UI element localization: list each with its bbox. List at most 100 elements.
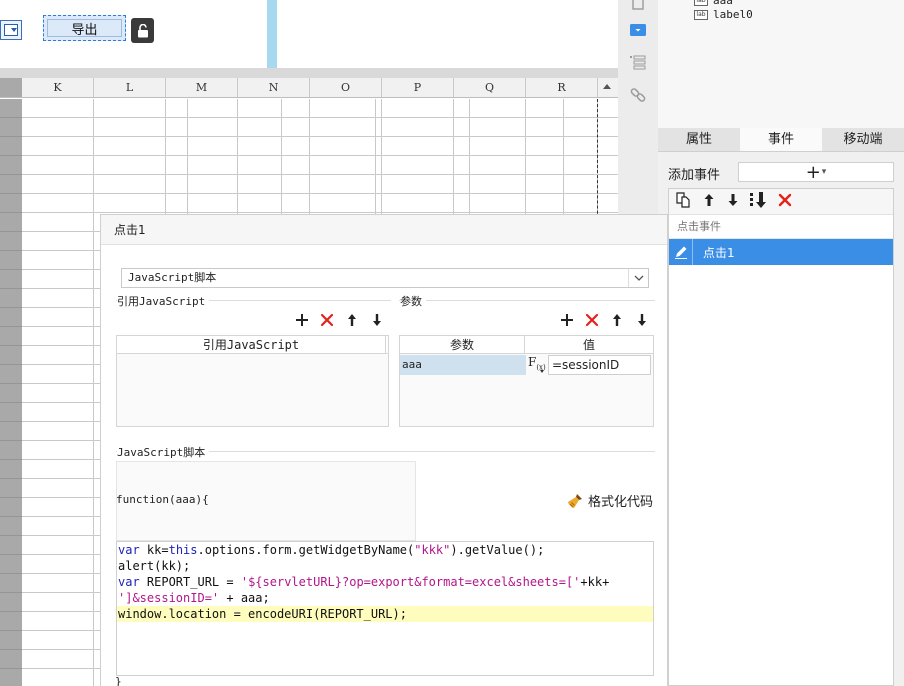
column-header[interactable]: N [238, 78, 310, 97]
column-header[interactable]: Q [454, 78, 526, 97]
arrow-up-icon [348, 314, 356, 326]
code-line: ']&sessionID=' + aaa; [118, 591, 270, 605]
tree-item[interactable]: lab label0 [694, 8, 753, 21]
add-event-label: 添加事件 [668, 168, 721, 183]
event-list: 点击事件 点击1 [668, 188, 894, 686]
function-header: function(aaa){ [116, 493, 209, 506]
move-ref-js-up-button[interactable] [344, 312, 360, 328]
column-header[interactable]: P [382, 78, 454, 97]
arrow-down-icon [373, 314, 381, 326]
tree-item-label: label0 [713, 8, 753, 21]
delete-icon [585, 313, 599, 327]
tab-properties[interactable]: 属性 [658, 128, 740, 151]
unlock-icon [137, 23, 148, 37]
link-widget-tool[interactable] [628, 85, 648, 105]
add-ref-js-button[interactable] [294, 312, 310, 328]
add-param-button[interactable] [559, 312, 575, 328]
move-event-bottom-button[interactable] [749, 191, 769, 212]
script-section-label: JavaScript脚本 [117, 444, 210, 460]
export-button-widget[interactable]: 导出 [43, 15, 126, 41]
code-line: alert(kk); [118, 559, 191, 573]
section-divider [399, 300, 655, 301]
column-header[interactable]: M [166, 78, 238, 97]
delete-param-button[interactable] [584, 312, 600, 328]
add-event-dropdown[interactable]: + ▾ [738, 161, 894, 183]
formula-icon[interactable]: F(x) [526, 355, 548, 375]
params-table-header: 参数 值 [400, 336, 653, 354]
tree-item[interactable]: lab aaa [694, 0, 733, 7]
event-group-label: 点击事件 [669, 215, 893, 239]
dialog-title: 点击1 [101, 215, 667, 245]
add-event-row: 添加事件 + ▾ [658, 160, 904, 184]
tab-events[interactable]: 事件 [740, 128, 822, 151]
move-ref-js-down-button[interactable] [369, 312, 385, 328]
list-widget-icon [630, 55, 646, 70]
dropdown-widget-tool[interactable] [628, 20, 648, 40]
widget-tree: lab aaa lab label0 [658, 0, 904, 128]
param-name-column-header: 参数 [400, 336, 525, 353]
ref-js-table-header: 引用JavaScript [117, 336, 388, 354]
list-widget-tool[interactable] [628, 52, 648, 72]
script-type-value: JavaScript脚本 [128, 271, 217, 284]
row-header-bar[interactable] [0, 99, 22, 686]
pencil-icon [674, 246, 687, 259]
column-header[interactable]: O [310, 78, 382, 97]
frame-tool[interactable] [628, 0, 648, 14]
plus-icon [561, 314, 573, 326]
format-code-label: 格式化代码 [587, 495, 653, 510]
plus-icon: + [805, 161, 821, 183]
column-header[interactable]: K [22, 78, 94, 97]
combo-widget[interactable] [0, 20, 22, 40]
label-widget-icon: lab [694, 9, 708, 20]
params-table[interactable]: 参数 值 aaa F(x) =sessionID [399, 335, 654, 427]
move-event-up-button[interactable] [701, 192, 717, 211]
export-button-label: 导出 [71, 22, 98, 38]
event-toolbar [669, 189, 893, 215]
arrow-down-icon [638, 314, 646, 326]
arrow-down-icon [728, 194, 738, 206]
column-header[interactable]: R [526, 78, 598, 97]
event-item-label: 点击1 [703, 245, 735, 260]
move-to-bottom-icon [750, 192, 766, 208]
ref-js-column-header: 引用JavaScript [117, 336, 386, 353]
params-toolbar [559, 312, 650, 328]
ref-js-table[interactable]: 引用JavaScript [116, 335, 389, 427]
column-header[interactable]: L [94, 78, 166, 97]
column-header-bar: K L M N O P Q R [0, 78, 618, 98]
params-section-label: 参数 [400, 293, 426, 309]
ref-js-toolbar [294, 312, 385, 328]
scroll-up-arrow-icon[interactable] [598, 78, 618, 97]
delete-event-button[interactable] [777, 192, 793, 211]
move-event-down-button[interactable] [725, 192, 741, 211]
code-line: var REPORT_URL = '${servletURL}?op=expor… [118, 575, 610, 589]
move-param-down-button[interactable] [634, 312, 650, 328]
tree-item-label: aaa [713, 0, 733, 7]
panel-tabs: 属性 事件 移动端 [658, 128, 904, 152]
design-canvas: 导出 [0, 0, 618, 68]
dropdown-icon [4, 24, 18, 36]
param-value-column-header: 值 [582, 338, 595, 352]
edit-event-icon[interactable] [669, 239, 693, 265]
script-type-select[interactable]: JavaScript脚本 [121, 268, 649, 288]
plus-icon [296, 314, 308, 326]
move-param-up-button[interactable] [609, 312, 625, 328]
delete-icon [778, 193, 792, 207]
arrow-up-icon [704, 194, 714, 206]
event-editor-dialog: 点击1 JavaScript脚本 引用JavaScript 引用JavaScri… [100, 214, 668, 686]
code-editor[interactable]: var kk=this.options.form.getWidgetByName… [116, 541, 654, 676]
chevron-down-icon: ▾ [821, 167, 827, 177]
arrow-up-icon [613, 314, 621, 326]
param-name-cell[interactable]: aaa [400, 355, 526, 375]
label-widget-icon: lab [694, 0, 708, 6]
frame-icon [632, 0, 644, 10]
param-value-input[interactable]: =sessionID [548, 355, 651, 375]
event-item-click1[interactable]: 点击1 [669, 239, 893, 265]
sheet-corner[interactable] [0, 78, 22, 97]
tab-mobile[interactable]: 移动端 [822, 128, 904, 151]
copy-event-button[interactable] [675, 191, 693, 212]
format-code-button[interactable]: 格式化代码 [566, 491, 653, 510]
lock-toggle[interactable] [131, 18, 154, 43]
delete-icon [320, 313, 334, 327]
delete-ref-js-button[interactable] [319, 312, 335, 328]
table-row[interactable]: aaa F(x) =sessionID [400, 354, 653, 376]
